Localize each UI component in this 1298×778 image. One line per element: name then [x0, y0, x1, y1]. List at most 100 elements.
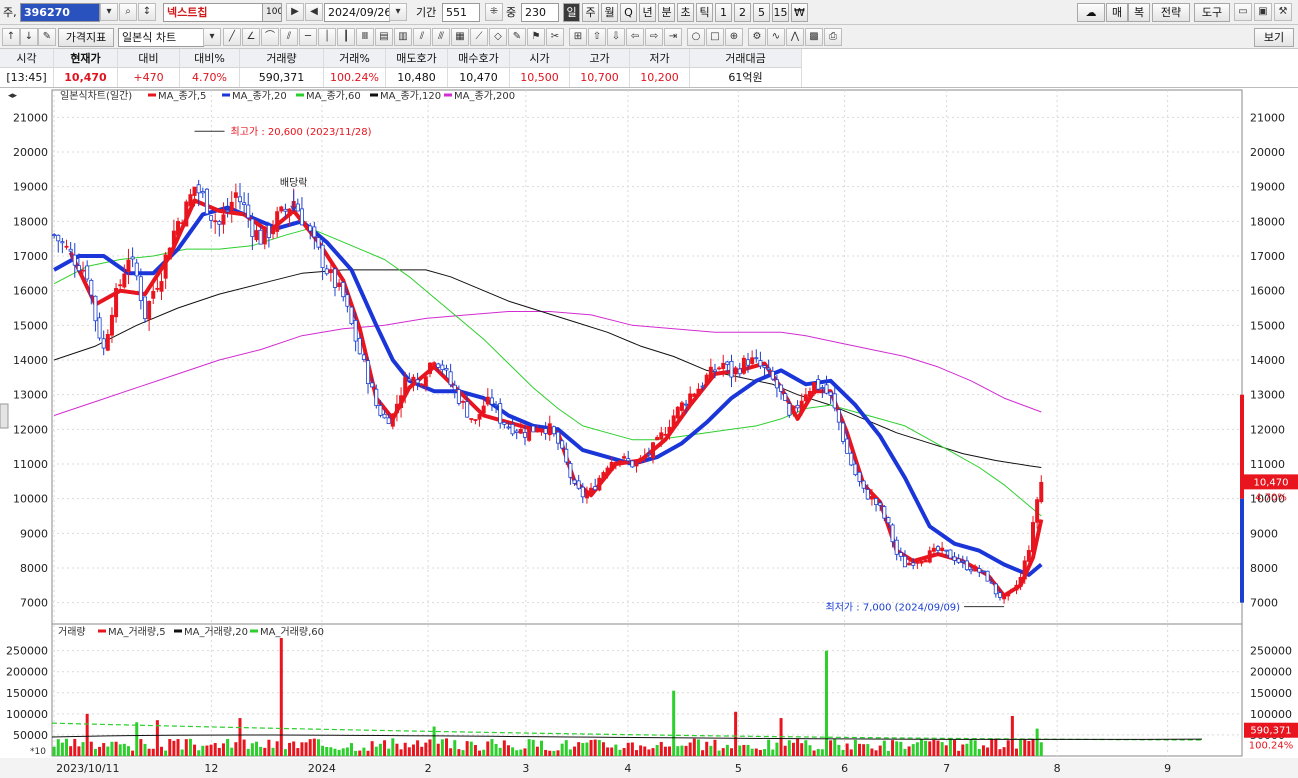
candle-body [832, 393, 837, 409]
volume-bar [523, 748, 527, 756]
date-field[interactable]: 2024/09/26 [324, 3, 390, 22]
print-icon[interactable]: ⎙ [824, 28, 842, 46]
trendline-icon[interactable]: ╱ [223, 28, 241, 46]
stock-name-field[interactable]: 넥스트칩 [163, 3, 263, 22]
up-arrow-icon[interactable]: ↑ [2, 28, 20, 46]
vline-icon[interactable]: │ [318, 28, 336, 46]
grid-icon[interactable]: ▤ [375, 28, 393, 46]
down-arrow-icon[interactable]: ↓ [20, 28, 38, 46]
pattern-icon[interactable]: ▩ [805, 28, 823, 46]
folder-icon[interactable]: ▭ [1234, 3, 1252, 21]
candle-body [167, 247, 172, 260]
save-icon[interactable]: ▣ [1254, 3, 1272, 21]
right-button-1[interactable]: 매 [1106, 3, 1128, 22]
quote-value: 10,470 [448, 68, 510, 87]
candle-body [551, 426, 556, 435]
candle-body [915, 561, 920, 564]
table-icon[interactable]: ⊞ [569, 28, 587, 46]
volume-tick-label: 100000 [6, 708, 48, 721]
strategy-button[interactable]: 전략 [1152, 3, 1190, 22]
interval-tab[interactable]: 월 [601, 3, 618, 22]
chart-type-select[interactable]: 일본식 차트 [118, 28, 204, 47]
zoom-tool-icon[interactable]: ⁜ [485, 3, 503, 21]
up-icon[interactable]: ⇧ [588, 28, 606, 46]
angle-icon[interactable]: ∠ [242, 28, 260, 46]
candle-body [126, 259, 131, 272]
chart-type-dropdown-icon[interactable]: ▾ [203, 28, 221, 46]
box-icon[interactable]: ▦ [451, 28, 469, 46]
interval-tab[interactable]: 1 [715, 3, 732, 22]
interval-tab[interactable]: 분 [658, 3, 675, 22]
interval-tab[interactable]: ₩ [791, 3, 808, 22]
arc-icon[interactable]: ⌒ [261, 28, 279, 46]
right-icon[interactable]: ⇨ [645, 28, 663, 46]
ray-icon[interactable]: ⟋ [470, 28, 488, 46]
wave-icon[interactable]: ∿ [767, 28, 785, 46]
interval-tab[interactable]: 주 [582, 3, 599, 22]
prev-arrow-icon[interactable]: ◀ [305, 3, 323, 21]
edit-icon[interactable]: ✎ [38, 28, 56, 46]
volume-bar [445, 738, 449, 756]
candle-body [390, 413, 395, 427]
interval-tab[interactable]: 틱 [696, 3, 713, 22]
interval-tab[interactable]: 2 [734, 3, 751, 22]
next-arrow-icon[interactable]: ▶ [286, 3, 304, 21]
fan-icon[interactable]: ⫽ [280, 28, 298, 46]
date-dropdown-icon[interactable]: ▾ [389, 3, 407, 21]
channel2-icon[interactable]: ⫻ [432, 28, 450, 46]
interval-tab[interactable]: Q [620, 3, 637, 22]
price-chart[interactable]: 7000 70008000 80009000 900010000 1000011000 1… [0, 88, 1298, 778]
grid2-icon[interactable]: ▥ [394, 28, 412, 46]
candle-body [857, 471, 862, 482]
volume-bar [535, 746, 539, 756]
wrench-icon[interactable]: ⚒ [1274, 3, 1292, 21]
cut-icon[interactable]: ✂ [546, 28, 564, 46]
indicator-button[interactable]: 가격지표 [58, 28, 114, 47]
tools-button[interactable]: 도구 [1194, 3, 1230, 22]
candle-body [1014, 584, 1019, 591]
circle-icon[interactable]: ○ [687, 28, 705, 46]
interval-tab[interactable]: 5 [753, 3, 770, 22]
volume-bar [511, 747, 515, 756]
left-icon[interactable]: ⇦ [626, 28, 644, 46]
candle-body [807, 390, 812, 397]
interval-tab[interactable]: 년 [639, 3, 656, 22]
code-dropdown-icon[interactable]: ▾ [100, 3, 118, 21]
flag-icon[interactable]: ⚑ [527, 28, 545, 46]
candle-body [865, 489, 870, 500]
candle-body [378, 405, 383, 416]
current-volume-label: 590,371 [1250, 726, 1291, 737]
volume-bar [701, 750, 705, 756]
diamond-icon[interactable]: ◇ [489, 28, 507, 46]
zoom-input[interactable]: 230 [521, 3, 559, 22]
period-input[interactable]: 551 [442, 3, 480, 22]
interval-tab[interactable]: 초 [677, 3, 694, 22]
view-button[interactable]: 보기 [1254, 28, 1294, 47]
quote-header: 현재가 [54, 49, 118, 68]
settings-icon[interactable]: ⚙ [748, 28, 766, 46]
volume-bar [453, 740, 457, 756]
interval-tab[interactable]: 일 [563, 3, 580, 22]
cloud-icon[interactable]: ☁ [1077, 3, 1105, 22]
candle-body [973, 566, 978, 572]
volume-bar [585, 742, 589, 756]
quote-header: 저가 [630, 49, 690, 68]
search-icon[interactable]: ⌕ [119, 3, 137, 21]
pen-icon[interactable]: ✎ [508, 28, 526, 46]
sort-icon[interactable]: ↕ [138, 3, 156, 21]
candle-body [783, 393, 788, 401]
end-icon[interactable]: ⇥ [664, 28, 682, 46]
stock-code-input[interactable]: 396270 [20, 3, 100, 22]
channel-icon[interactable]: ⫽ [413, 28, 431, 46]
fib-icon[interactable]: Ⅲ [356, 28, 374, 46]
down-icon[interactable]: ⇩ [607, 28, 625, 46]
candle-body [580, 486, 585, 498]
interval-tab[interactable]: 15 [772, 3, 789, 22]
plus-icon[interactable]: ⊕ [725, 28, 743, 46]
quote-header: 시가 [510, 49, 570, 68]
peak-icon[interactable]: ⋀ [786, 28, 804, 46]
hline-icon[interactable]: ─ [299, 28, 317, 46]
right-button-2[interactable]: 복 [1128, 3, 1150, 22]
rect-icon[interactable]: □ [706, 28, 724, 46]
vline2-icon[interactable]: ┃ [337, 28, 355, 46]
